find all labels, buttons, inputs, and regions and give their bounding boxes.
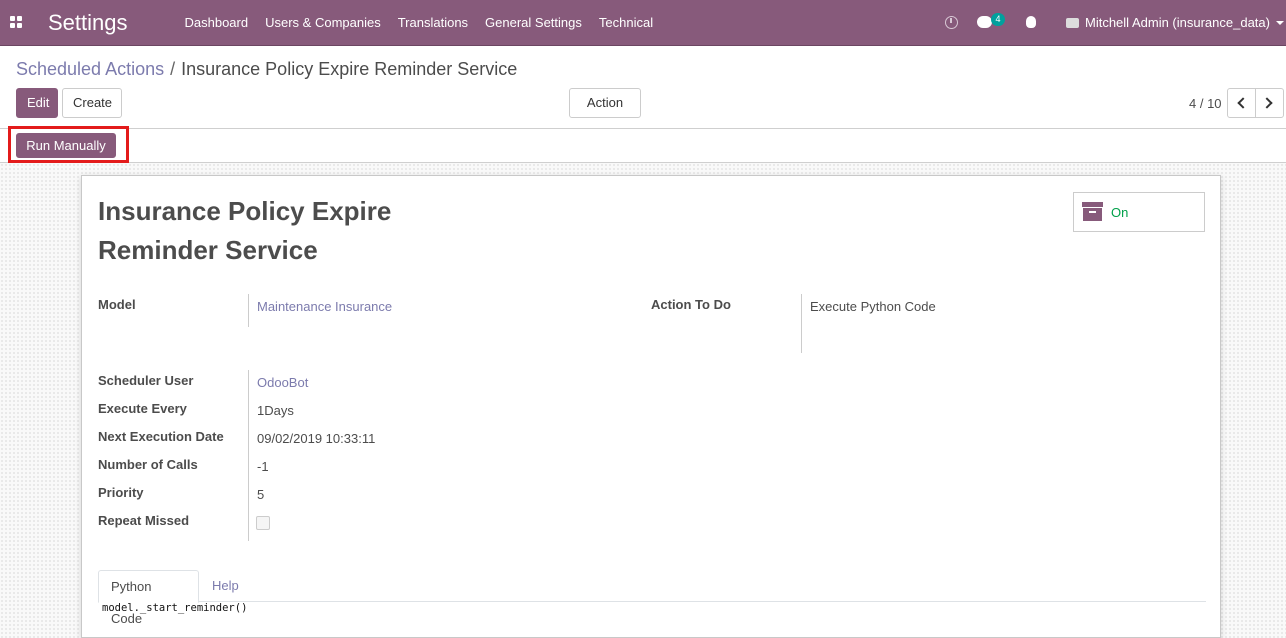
record-title-line1: Insurance Policy Expire [98, 196, 392, 226]
form-statusbar: Run Manually [0, 126, 1286, 163]
chat-icon[interactable] [977, 16, 992, 28]
next-execution-date-label: Next Execution Date [98, 429, 224, 444]
tab-help[interactable]: Help [200, 570, 251, 603]
priority-value: 5 [257, 487, 265, 502]
record-title-line2: Reminder Service [98, 235, 318, 265]
active-toggle-button[interactable]: On [1073, 192, 1205, 232]
next-execution-date-value: 09/02/2019 10:33:11 [257, 431, 376, 446]
app-title[interactable]: Settings [48, 10, 128, 36]
debug-bug-icon[interactable] [1026, 16, 1036, 28]
execute-every-value: 1Days [257, 403, 294, 418]
breadcrumb-current: Insurance Policy Expire Reminder Service [181, 59, 518, 79]
notebook-tabs: Python Code Help [98, 570, 1206, 626]
scheduler-user-label: Scheduler User [98, 373, 194, 388]
model-value-link[interactable]: Maintenance Insurance [257, 299, 392, 314]
field-divider [801, 294, 802, 353]
archive-icon [1082, 202, 1103, 222]
user-menu[interactable]: Mitchell Admin (insurance_data) [1066, 0, 1284, 46]
python-code-editor[interactable]: model._start_reminder() [102, 602, 247, 614]
action-to-do-value: Execute Python Code [810, 299, 936, 314]
menu-item-users-companies[interactable]: Users & Companies [257, 0, 390, 46]
pager-value[interactable]: 4 / 10 [1189, 96, 1222, 111]
model-label: Model [98, 297, 136, 312]
field-divider [248, 370, 249, 541]
breadcrumb-separator: / [170, 59, 176, 79]
activity-clock-icon[interactable] [945, 16, 958, 29]
menu-item-dashboard[interactable]: Dashboard [176, 0, 257, 46]
repeat-missed-label: Repeat Missed [98, 513, 190, 528]
chat-count-badge: 4 [991, 13, 1005, 26]
tab-python-code[interactable]: Python Code [98, 570, 199, 626]
record-title: Insurance Policy Expire Reminder Service [98, 192, 458, 270]
chevron-left-icon [1237, 97, 1249, 109]
form-sheet: Insurance Policy Expire Reminder Service… [81, 175, 1221, 638]
action-to-do-label: Action To Do [651, 297, 731, 312]
camera-icon [1066, 18, 1079, 28]
chevron-right-icon [1261, 97, 1273, 109]
scheduler-user-link[interactable]: OdooBot [257, 375, 308, 390]
priority-label: Priority [98, 485, 144, 500]
menu-item-general-settings[interactable]: General Settings [477, 0, 591, 46]
run-manually-button[interactable]: Run Manually [16, 133, 116, 158]
action-label: Action [586, 95, 624, 110]
menu-item-translations[interactable]: Translations [389, 0, 476, 46]
edit-button[interactable]: Edit [16, 88, 58, 118]
active-status-label: On [1111, 205, 1129, 220]
pager-previous-button[interactable] [1227, 88, 1256, 118]
repeat-missed-checkbox[interactable] [256, 516, 270, 530]
number-of-calls-value: -1 [257, 459, 269, 474]
apps-menu-icon[interactable] [10, 16, 22, 28]
field-divider [248, 294, 249, 327]
pager-next-button[interactable] [1255, 88, 1284, 118]
breadcrumb-parent-link[interactable]: Scheduled Actions [16, 59, 164, 79]
main-menu: Dashboard Users & Companies Translations… [176, 0, 662, 46]
breadcrumb: Scheduled Actions / Insurance Policy Expir… [16, 59, 517, 80]
control-panel: Scheduled Actions / Insurance Policy Expir… [0, 46, 1286, 134]
execute-every-label: Execute Every [98, 401, 187, 416]
caret-down-icon [1275, 21, 1284, 25]
action-dropdown-button[interactable]: Action [569, 88, 641, 134]
number-of-calls-label: Number of Calls [98, 457, 198, 472]
top-navbar: Settings Dashboard Users & Companies Tra… [0, 0, 1286, 46]
menu-item-technical[interactable]: Technical [590, 0, 661, 46]
create-button[interactable]: Create [62, 88, 122, 118]
user-name: Mitchell Admin (insurance_data) [1085, 15, 1270, 30]
